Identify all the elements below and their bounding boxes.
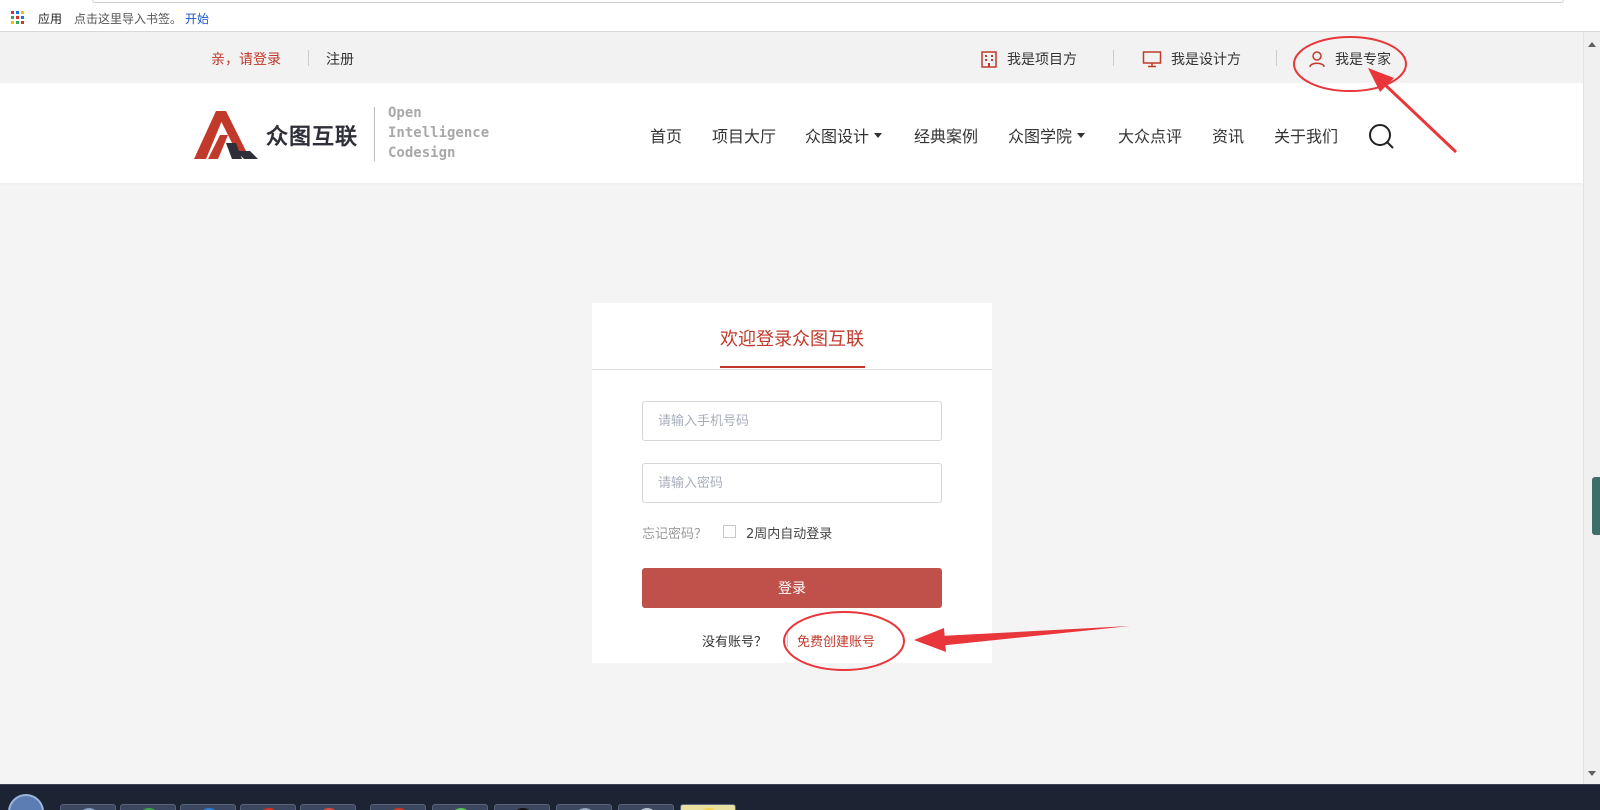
taskbar-app[interactable] [120,804,176,810]
nav-label: 关于我们 [1274,127,1339,146]
login-card: 欢迎登录众图互联 忘记密码？ 2周内自动登录 登录 没有账号？ 免费创建账号 [592,303,992,663]
scroll-thumb[interactable] [1592,477,1600,535]
nav-label: 众图学院 [1008,127,1073,146]
password-input[interactable] [642,463,942,503]
role-label: 我是项目方 [1007,52,1077,68]
search-icon[interactable] [1368,123,1396,151]
caret-down-icon [874,132,883,138]
scroll-down-icon[interactable] [1588,771,1596,776]
remember-label[interactable]: 2周内自动登录 [746,523,832,542]
nav-academy[interactable]: 众图学院 [1008,123,1086,147]
nav-project-hall[interactable]: 项目大厅 [712,123,776,147]
taskbar-app[interactable] [240,804,296,810]
taskbar-app[interactable] [370,804,426,810]
nav-label: 众图设计 [805,127,870,146]
building-icon [981,51,997,68]
logo-name: 众图互联 [266,125,359,150]
logo-tagline: Intelligence [388,125,490,141]
import-start-link[interactable]: 开始 [185,10,209,27]
create-account-link[interactable]: 免费创建账号 [797,631,875,650]
role-project-owner[interactable]: 我是项目方 [980,49,1077,69]
site-header: 众图互联 Open Intelligence Codesign 首页 项目大厅 … [0,83,1583,183]
nav-label: 项目大厅 [712,127,777,146]
role-designer[interactable]: 我是设计方 [1142,49,1241,69]
login-title: 欢迎登录众图互联 [720,329,864,350]
taskbar-app[interactable] [680,804,736,810]
taskbar-app[interactable] [556,804,612,810]
taskbar-app[interactable] [300,804,356,810]
scroll-up-icon[interactable] [1588,42,1596,47]
nav-label: 资讯 [1212,127,1245,146]
nav-home[interactable]: 首页 [650,123,682,147]
nav-about[interactable]: 关于我们 [1274,123,1338,147]
title-divider [592,369,992,370]
site-logo[interactable]: 众图互联 Open Intelligence Codesign [192,105,492,165]
login-link[interactable]: 亲，请登录 [211,49,281,69]
taskbar-app[interactable] [618,804,674,810]
divider [308,50,309,66]
page-scrollbar[interactable] [1583,32,1600,784]
role-label: 我是专家 [1335,52,1391,68]
role-expert[interactable]: 我是专家 [1308,49,1391,69]
apps-shortcut[interactable]: 应用 [38,10,62,27]
nav-label: 大众点评 [1118,127,1183,146]
register-link[interactable]: 注册 [326,49,354,69]
address-bar-edge [92,0,1564,3]
forgot-password-link[interactable]: 忘记密码？ [642,523,707,542]
remember-checkbox[interactable] [723,525,736,538]
monitor-icon [1142,51,1162,68]
divider [1276,50,1277,66]
logo-mark-icon [194,111,258,159]
nav-label: 首页 [650,127,683,146]
user-icon [1309,51,1325,68]
nav-reviews[interactable]: 大众点评 [1118,123,1182,147]
apps-grid-icon[interactable] [11,11,24,24]
title-underline [720,366,865,368]
divider [787,633,788,647]
logo-tagline: Codesign [388,145,456,161]
taskbar-app[interactable] [432,804,488,810]
divider [1113,50,1114,66]
nav-news[interactable]: 资讯 [1212,123,1244,147]
top-utility-bar: 亲，请登录 注册 我是项目方 我是设计方 我是专家 [0,32,1583,83]
start-button[interactable] [8,794,44,810]
nav-design[interactable]: 众图设计 [805,123,883,147]
no-account-text: 没有账号？ [702,635,768,650]
phone-input[interactable] [642,401,942,441]
taskbar-app[interactable] [494,804,550,810]
import-bookmarks-hint: 点击这里导入书签。 [74,12,183,26]
taskbar-app[interactable] [180,804,236,810]
os-taskbar [0,784,1600,810]
taskbar-app[interactable] [60,804,116,810]
role-label: 我是设计方 [1171,52,1241,68]
login-button[interactable]: 登录 [642,568,942,608]
nav-cases[interactable]: 经典案例 [914,123,978,147]
logo-divider [374,107,375,161]
nav-label: 经典案例 [914,127,979,146]
logo-tagline: Open [388,105,422,121]
caret-down-icon [1077,132,1086,138]
bookmarks-bar: 应用 点击这里导入书签。 开始 [0,0,1600,32]
